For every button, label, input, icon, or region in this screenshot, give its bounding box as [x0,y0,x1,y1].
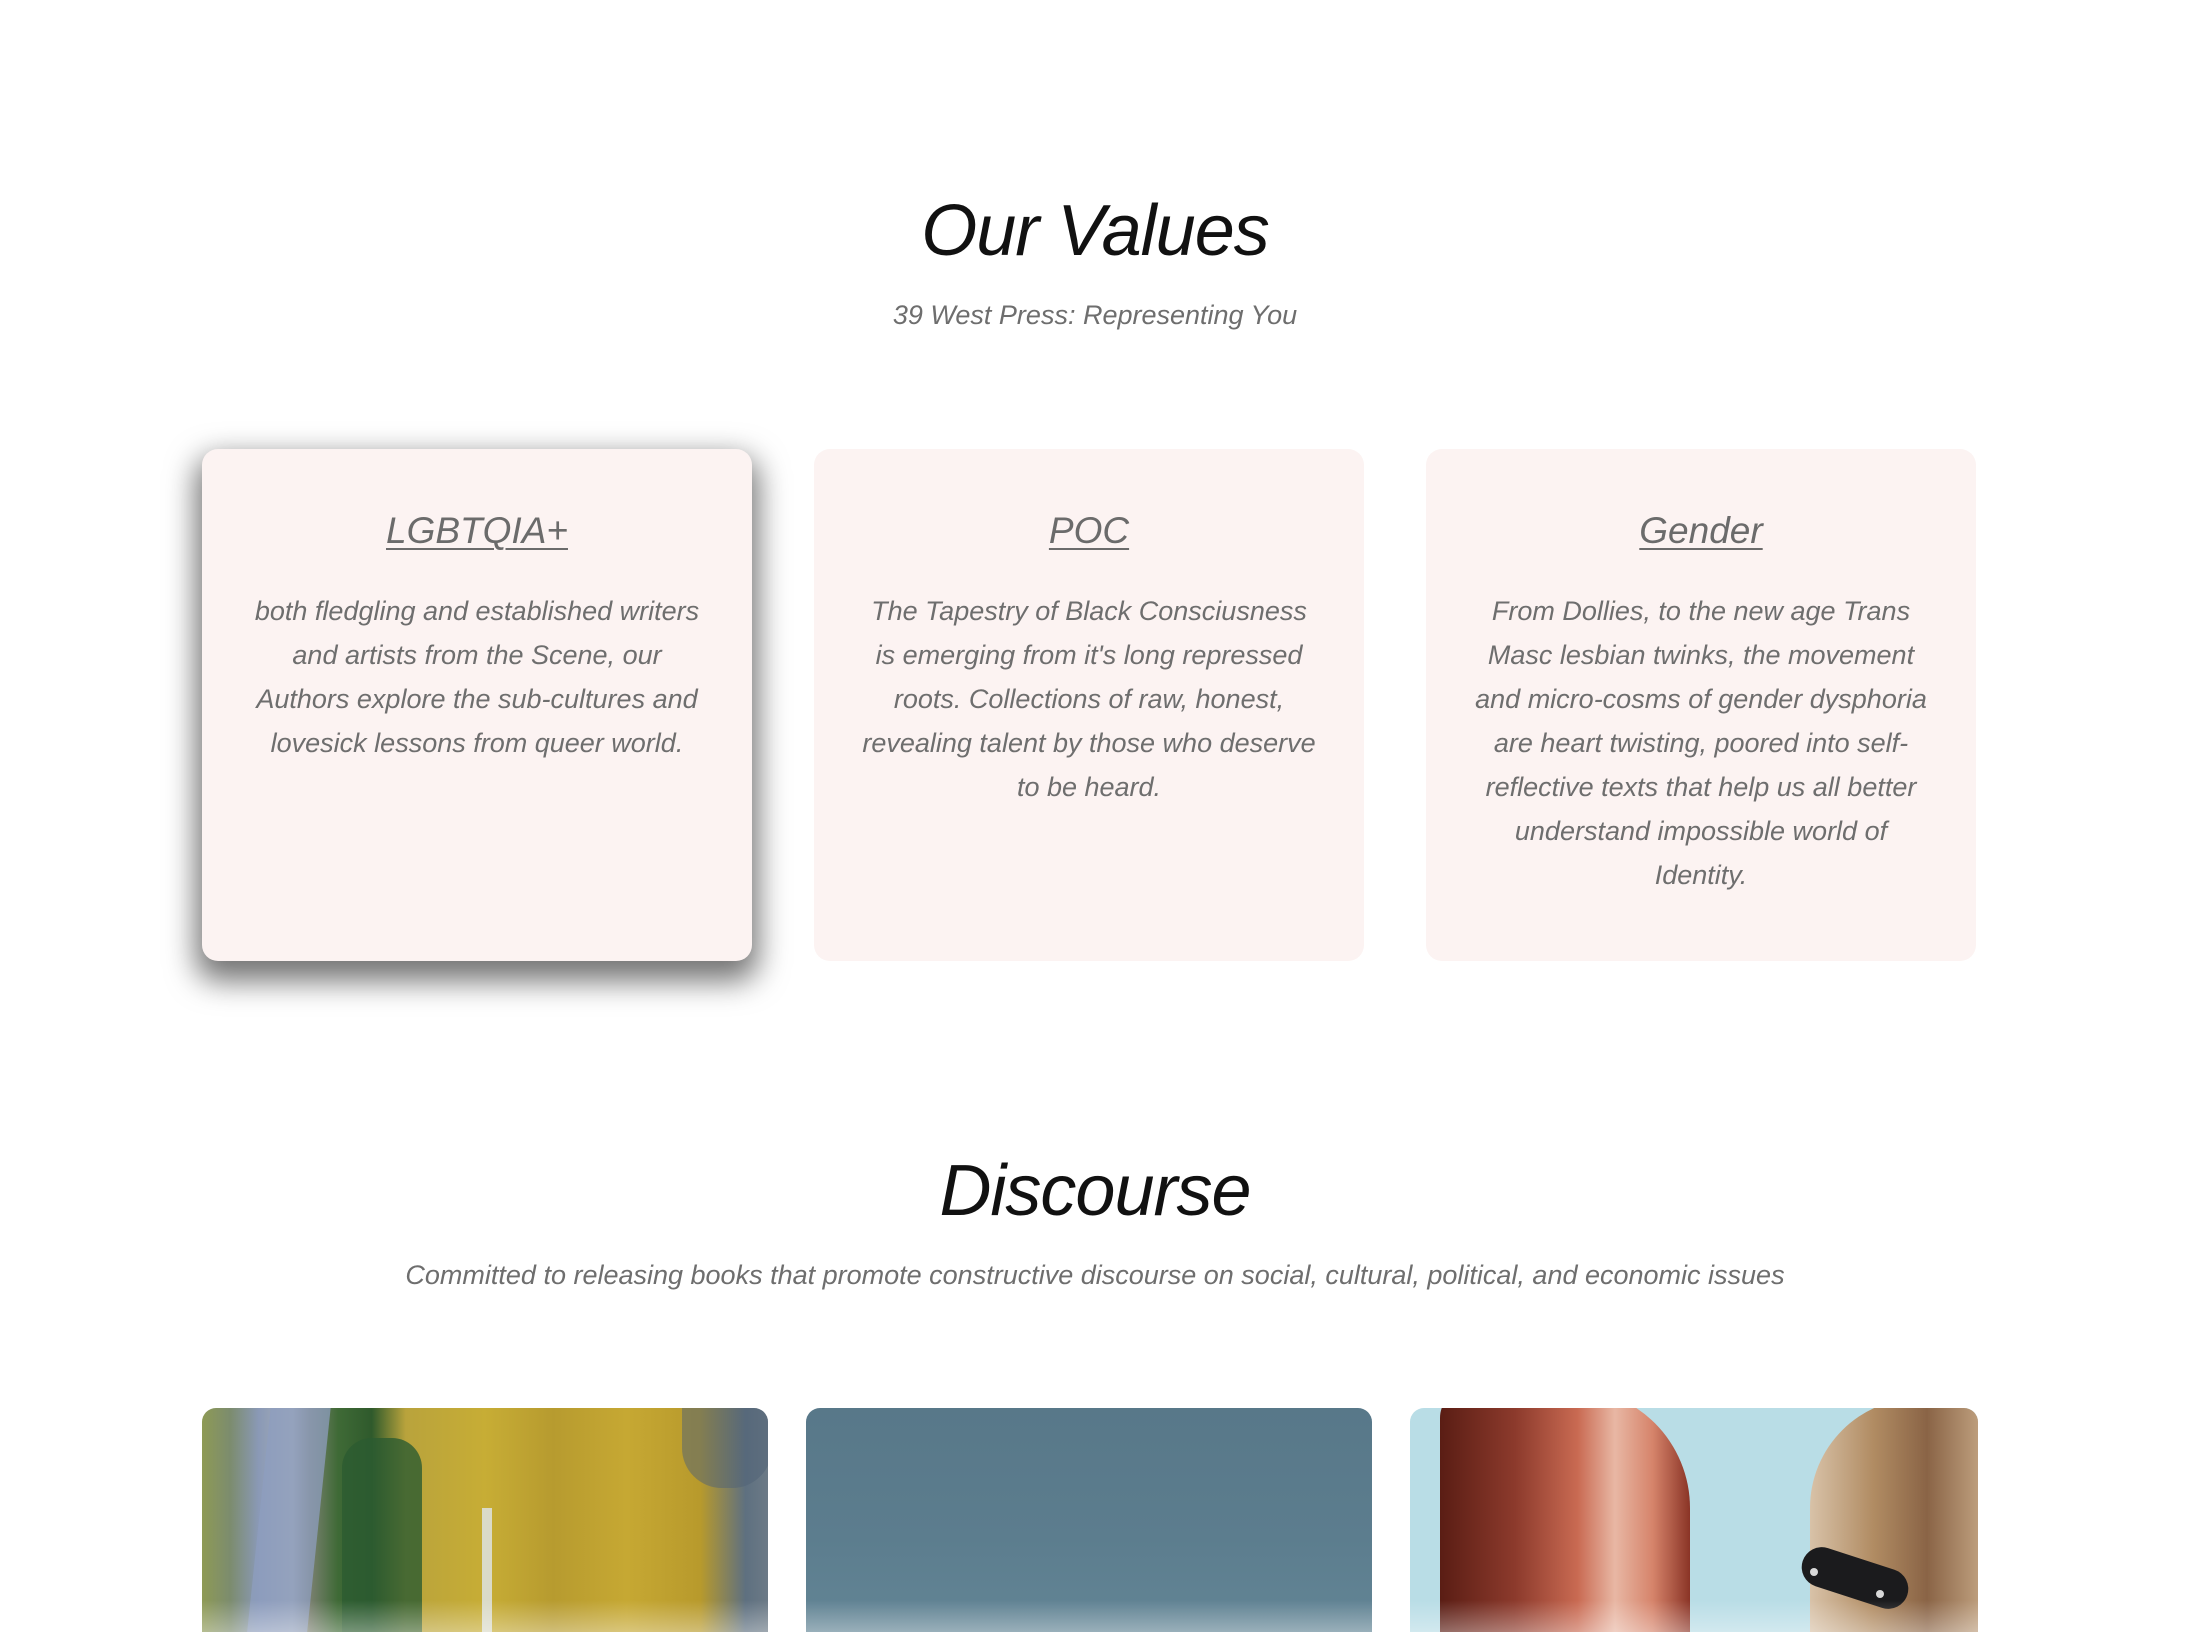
sunglasses-rivet [1876,1590,1884,1598]
collage-image[interactable] [1410,1408,1978,1632]
value-card-title-link[interactable]: POC [858,509,1320,553]
discourse-title: Discourse [939,1151,1251,1231]
value-card-title-link[interactable]: Gender [1470,509,1932,553]
sunglasses-rivet [1810,1568,1818,1576]
painting-image[interactable] [202,1408,768,1632]
red-hair-shape [1440,1408,1690,1632]
value-card-body: both fledgling and established writers a… [254,596,700,759]
value-card-title-link[interactable]: LGBTQIA+ [246,509,708,553]
bottom-fade [0,1600,2190,1632]
values-subtitle: 39 West Press: Representing You [892,300,1298,330]
sky-image[interactable] [806,1408,1372,1632]
values-title: Our Values [921,191,1270,271]
value-card-gender[interactable]: Gender From Dollies, to the new age Tran… [1426,449,1976,961]
discourse-subtitle: Committed to releasing books that promot… [405,1260,1785,1290]
sky-background [806,1408,1372,1632]
value-card-poc[interactable]: POC The Tapestry of Black Consciusness i… [814,449,1364,961]
value-card-lgbtqia[interactable]: LGBTQIA+ both fledgling and established … [202,449,752,961]
value-card-body: The Tapestry of Black Consciusness is em… [862,596,1316,803]
value-card-body: From Dollies, to the new age Trans Masc … [1475,596,1927,891]
paint-stroke [682,1408,768,1488]
